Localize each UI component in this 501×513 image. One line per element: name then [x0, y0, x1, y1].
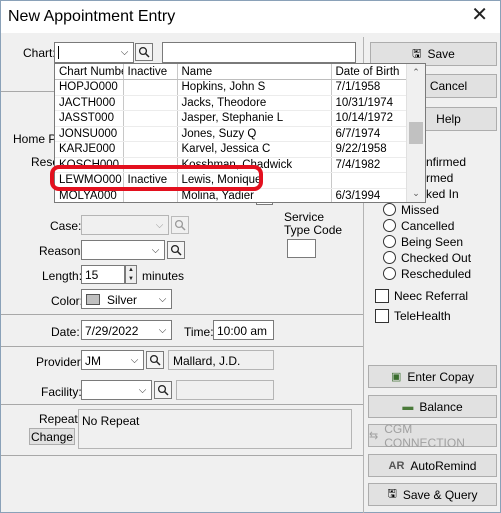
magnifier-icon: [174, 219, 186, 231]
status-confirmed2-label: rmed: [426, 171, 454, 185]
color-label: Color:: [51, 294, 84, 308]
reason-label: Reason:: [39, 244, 84, 258]
time-label: Time:: [184, 325, 214, 339]
facility-name-field: [176, 380, 274, 400]
chevron-down-icon[interactable]: ⌵: [154, 321, 171, 339]
save-query-button[interactable]: 🖫 Save & Query: [368, 483, 497, 506]
length-spinner[interactable]: ▲ ▼: [125, 265, 137, 284]
appointment-window: New Appointment Entry ✕ Chart: ⌵ Home Ph…: [0, 0, 501, 513]
list-scrollbar[interactable]: ⌃ ⌄: [406, 64, 425, 202]
floppy-disk-icon: 🖫: [412, 47, 422, 60]
color-select[interactable]: Silver ⌵: [81, 289, 172, 309]
title-bar: New Appointment Entry ✕: [1, 1, 500, 33]
need-referral-checkbox[interactable]: [375, 289, 389, 303]
scroll-up-icon[interactable]: ⌃: [407, 64, 425, 81]
spin-down-icon: ▼: [128, 275, 134, 282]
link-icon: ⇆: [369, 430, 379, 442]
floppy-disk-icon: 🖫: [387, 488, 397, 500]
inactive-row-highlight: [50, 165, 263, 191]
status-checked-out-radio[interactable]: [383, 251, 396, 264]
scrollbar-thumb[interactable]: [409, 122, 423, 144]
window-title: New Appointment Entry: [8, 8, 176, 25]
column-header[interactable]: Inactive: [123, 64, 178, 80]
facility-label: Facility:: [41, 385, 82, 399]
chart-label: Chart:: [23, 46, 56, 60]
chevron-down-icon[interactable]: ⌵: [126, 351, 143, 369]
date-picker[interactable]: 7/29/2022 ⌵: [81, 320, 172, 340]
chevron-down-icon[interactable]: ⌵: [147, 241, 164, 259]
chevron-down-icon: ⌵: [155, 219, 164, 231]
chart-list-header: Chart Number Inactive Name Date of Birth: [55, 64, 408, 80]
chevron-down-icon[interactable]: ⌵: [116, 43, 133, 62]
case-label: Case:: [50, 219, 82, 233]
provider-select[interactable]: JM ⌵: [81, 350, 144, 370]
status-being-seen-radio[interactable]: [383, 235, 396, 248]
column-header[interactable]: Date of Birth: [331, 64, 408, 80]
magnifier-icon: [170, 244, 182, 256]
provider-lookup-button[interactable]: [146, 351, 164, 369]
need-referral-label: Neec Referral: [394, 289, 469, 303]
status-rescheduled-label: Rescheduled: [401, 267, 472, 281]
status-rescheduled-radio[interactable]: [383, 267, 396, 280]
chart-input[interactable]: ⌵: [54, 42, 134, 63]
status-missed-radio[interactable]: [383, 203, 396, 216]
autoremind-icon: AR: [388, 459, 405, 472]
table-row[interactable]: HOPJO000 Hopkins, John S 7/1/1958: [55, 79, 408, 96]
case-select[interactable]: ⌵: [81, 215, 169, 235]
time-input[interactable]: 10:00 am: [213, 320, 274, 340]
case-lookup-button[interactable]: [171, 216, 189, 234]
color-swatch: [86, 294, 100, 305]
chart-name-field[interactable]: [162, 42, 356, 63]
date-label: Date:: [51, 325, 80, 339]
autoremind-button[interactable]: AR AutoRemind: [368, 454, 497, 477]
status-missed-label: Missed: [401, 203, 440, 217]
magnifier-icon: [149, 354, 161, 366]
length-input[interactable]: 15: [81, 265, 125, 284]
provider-name-field: Mallard, J.D.: [168, 350, 274, 370]
status-checked-out-label: Checked Out: [401, 251, 472, 265]
chevron-down-icon[interactable]: ⌵: [154, 290, 171, 308]
text-cursor: [58, 46, 59, 59]
telehealth-checkbox[interactable]: [375, 309, 389, 323]
change-repeat-button[interactable]: Change: [29, 428, 75, 445]
column-header[interactable]: Chart Number: [55, 64, 124, 80]
provider-label: Provider:: [36, 355, 85, 369]
service-type-input[interactable]: [287, 239, 316, 258]
scroll-down-icon[interactable]: ⌄: [407, 185, 425, 202]
cash-icon: ▣: [390, 371, 402, 383]
status-cancelled-label: Cancelled: [401, 219, 455, 233]
spin-up-icon: ▲: [128, 267, 134, 274]
reason-select[interactable]: ⌵: [81, 240, 165, 260]
facility-select[interactable]: ⌵: [81, 380, 152, 400]
telehealth-label: TeleHealth: [394, 309, 451, 323]
status-checked-in-label: ked In: [426, 187, 459, 201]
repeat-field: No Repeat: [78, 409, 352, 449]
close-icon[interactable]: ✕: [471, 5, 488, 25]
table-row[interactable]: JONSU000 Jones, Suzy Q 6/7/1974: [55, 126, 408, 142]
balance-button[interactable]: ▬ Balance: [368, 395, 497, 418]
cgm-connection-button[interactable]: ⇆ CGM CONNECTION: [368, 422, 497, 450]
magnifier-icon: [138, 46, 150, 58]
chevron-down-icon[interactable]: ⌵: [134, 381, 151, 399]
table-row[interactable]: KARJE000 Karvel, Jessica C 9/22/1958: [55, 141, 408, 158]
table-row[interactable]: JACTH000 Jacks, Theodore 10/31/1974: [55, 95, 408, 111]
magnifier-icon: [157, 384, 169, 396]
length-label: Length:: [42, 269, 83, 283]
length-unit: minutes: [142, 269, 185, 283]
status-confirmed-label: nfirmed: [426, 155, 467, 169]
reason-lookup-button[interactable]: [167, 241, 185, 259]
status-cancelled-radio[interactable]: [383, 219, 396, 232]
column-header[interactable]: Name: [177, 64, 332, 80]
repeat-label: Repeat:: [39, 412, 82, 426]
table-row[interactable]: JASST000 Jasper, Stephanie L 10/14/1972: [55, 110, 408, 127]
service-type-label: Service: [284, 210, 325, 224]
chart-lookup-button[interactable]: [135, 43, 153, 61]
status-being-seen-label: Being Seen: [401, 235, 464, 249]
money-icon: ▬: [402, 400, 414, 413]
service-type-label-2: Type Code: [284, 223, 343, 237]
facility-lookup-button[interactable]: [154, 381, 172, 399]
enter-copay-button[interactable]: ▣ Enter Copay: [368, 365, 497, 388]
